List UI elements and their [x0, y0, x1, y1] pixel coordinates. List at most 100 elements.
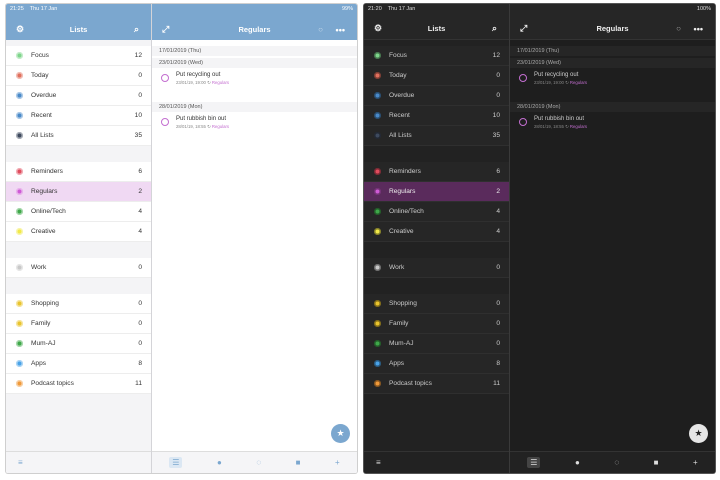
list-item[interactable]: Podcast topics 11	[364, 374, 509, 394]
dot-view-icon[interactable]: ●	[575, 458, 580, 467]
task-title: Put recycling out	[176, 72, 221, 78]
list-item[interactable]: Family 0	[364, 314, 509, 334]
list-item-count: 11	[135, 380, 142, 387]
search-icon[interactable]: ⌕	[492, 23, 497, 34]
list-view-icon[interactable]: ☰	[527, 457, 541, 468]
list-item[interactable]: All Lists 35	[364, 126, 509, 146]
list-item[interactable]: Family 0	[6, 314, 151, 334]
list-item[interactable]: Creative 4	[364, 222, 509, 242]
list-item[interactable]: Regulars 2	[6, 182, 151, 202]
task-list-name: Regulars	[569, 124, 588, 129]
task-meta: 28/01/19, 18:55 ↻ Regulars	[176, 124, 357, 130]
list-item[interactable]: Work 0	[364, 258, 509, 278]
more-icon[interactable]: •••	[336, 25, 345, 35]
list-item[interactable]: Creative 4	[6, 222, 151, 242]
list-item[interactable]: Regulars 2	[364, 182, 509, 202]
battery-level: 100%	[696, 6, 711, 12]
date-header: 17/01/2019 (Thu)	[510, 46, 715, 56]
list-item-count: 0	[496, 92, 500, 99]
star-icon[interactable]: ★	[689, 424, 708, 443]
list-item[interactable]: Work 0	[6, 258, 151, 278]
add-icon[interactable]: +	[693, 458, 698, 467]
task-checkbox[interactable]	[519, 118, 527, 126]
task-datetime: 23/01/19, 19:00	[176, 80, 206, 85]
list-item[interactable]: Today 0	[6, 66, 151, 86]
list-item[interactable]: Online/Tech 4	[6, 202, 151, 222]
task-checkbox[interactable]	[519, 74, 527, 82]
gear-icon[interactable]: ⚙	[16, 24, 24, 35]
list-item-count: 4	[496, 228, 500, 235]
sync-icon[interactable]: ○	[318, 25, 323, 34]
list-item[interactable]: Apps 8	[6, 354, 151, 374]
list-item-label: Apps	[31, 360, 47, 367]
list-item-count: 0	[496, 320, 500, 327]
task-list: 17/01/2019 (Thu) 23/01/2019 (Wed) Put recy…	[152, 44, 357, 136]
list-color-dot	[374, 92, 381, 99]
list-item-label: Podcast topics	[31, 380, 74, 387]
list-item[interactable]: Overdue 0	[364, 86, 509, 106]
list-item[interactable]: Online/Tech 4	[364, 202, 509, 222]
list-item[interactable]: Mum-AJ 0	[364, 334, 509, 354]
progress-icon[interactable]: ◌	[256, 458, 261, 467]
list-item-count: 8	[496, 360, 500, 367]
list-group: Focus 12 Today 0 Overdue 0 Recent 10 All Lists 35	[364, 46, 509, 146]
list-item[interactable]: Podcast topics 11	[6, 374, 151, 394]
list-item[interactable]: Shopping 0	[6, 294, 151, 314]
list-item-label: Regulars	[389, 188, 416, 195]
list-item-count: 0	[496, 340, 500, 347]
list-item[interactable]: Recent 10	[364, 106, 509, 126]
expand-icon[interactable]: ⤢	[162, 24, 169, 35]
add-icon[interactable]: +	[335, 458, 340, 467]
dot-view-icon[interactable]: ●	[217, 458, 222, 467]
task-checkbox[interactable]	[161, 118, 169, 126]
progress-icon[interactable]: ◌	[614, 458, 619, 467]
list-item[interactable]: Focus 12	[364, 46, 509, 66]
task-item[interactable]: Put recycling out 23/01/19, 19:00 ↻ Regul…	[152, 68, 357, 92]
list-item-label: Shopping	[31, 300, 59, 307]
list-color-dot	[16, 132, 23, 139]
list-color-dot	[374, 208, 381, 215]
list-color-dot	[16, 92, 23, 99]
more-icon[interactable]: •••	[694, 24, 703, 34]
list-item-label: Today	[389, 72, 407, 79]
task-item[interactable]: Put rubbish bin out 28/01/19, 18:55 ↻ Reg…	[510, 112, 715, 136]
list-item[interactable]: All Lists 35	[6, 126, 151, 146]
task-checkbox[interactable]	[161, 74, 169, 82]
sync-icon[interactable]: ○	[676, 24, 681, 33]
list-view-icon[interactable]: ☰	[169, 457, 183, 468]
list-item[interactable]: Reminders 6	[364, 162, 509, 182]
square-icon[interactable]: ■	[296, 458, 301, 467]
detail-toolbar: ☰ ● ◌ ■ +	[152, 451, 357, 473]
list-item-count: 11	[493, 380, 500, 387]
list-item[interactable]: Today 0	[364, 66, 509, 86]
list-item[interactable]: Focus 12	[6, 46, 151, 66]
date-header: 28/01/2019 (Mon)	[510, 102, 715, 112]
list-color-dot	[374, 168, 381, 175]
list-item[interactable]: Reminders 6	[6, 162, 151, 182]
task-item[interactable]: Put rubbish bin out 28/01/19, 18:55 ↻ Reg…	[152, 112, 357, 136]
square-icon[interactable]: ■	[654, 458, 659, 467]
list-item[interactable]: Apps 8	[364, 354, 509, 374]
list-color-dot	[16, 112, 23, 119]
list-item[interactable]: Mum-AJ 0	[6, 334, 151, 354]
list-item[interactable]: Overdue 0	[6, 86, 151, 106]
list-item-label: Mum-AJ	[389, 340, 414, 347]
list-groups: Focus 12 Today 0 Overdue 0 Recent 10 All Lists 35…	[364, 46, 509, 410]
task-item[interactable]: Put recycling out 23/01/19, 19:00 ↻ Regul…	[510, 68, 715, 92]
list-item[interactable]: Shopping 0	[364, 294, 509, 314]
list-item-count: 0	[138, 92, 142, 99]
list-item-label: Creative	[389, 228, 414, 235]
list-color-dot	[374, 132, 381, 139]
battery-level: 99%	[341, 6, 353, 12]
sidebar-title: Lists	[427, 24, 446, 33]
star-icon[interactable]: ★	[331, 424, 350, 443]
list-item[interactable]: Recent 10	[6, 106, 151, 126]
list-sort-icon[interactable]: ≡	[18, 458, 23, 467]
expand-icon[interactable]: ⤢	[520, 23, 527, 34]
list-item-label: All Lists	[31, 132, 54, 139]
search-icon[interactable]: ⌕	[134, 24, 139, 35]
gear-icon[interactable]: ⚙	[374, 23, 382, 34]
list-item-count: 6	[496, 168, 500, 175]
list-sort-icon[interactable]: ≡	[376, 458, 381, 467]
